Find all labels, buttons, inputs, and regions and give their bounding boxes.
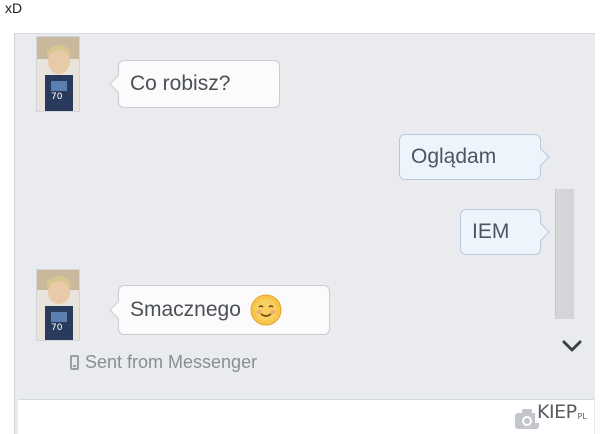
svg-text:70: 70 <box>51 92 63 102</box>
sent-from-label: Sent from Messenger <box>85 352 258 372</box>
message-bubble-incoming[interactable]: Smacznego <box>118 285 330 335</box>
contact-avatar[interactable]: 70 <box>36 269 80 341</box>
watermark-domain: PL <box>577 412 587 421</box>
post-caption: xD <box>5 0 23 16</box>
avatar-photo: 70 <box>37 37 79 111</box>
message-text: IEM <box>472 220 510 243</box>
contact-avatar[interactable]: 70 <box>36 36 80 112</box>
chat-window: 70 Co robisz? Oglądam IEM 70 Smacznego S… <box>14 33 595 434</box>
phone-icon <box>70 355 79 370</box>
sent-from-status: Sent from Messenger <box>70 352 257 373</box>
watermark-logo: KIEP <box>537 401 577 423</box>
site-watermark: KIEP PL <box>535 401 589 423</box>
message-text: Co robisz? <box>130 72 231 95</box>
chevron-down-icon[interactable] <box>561 335 583 357</box>
avatar-photo: 70 <box>37 270 79 340</box>
svg-text:70: 70 <box>51 323 63 333</box>
message-bubble-outgoing[interactable]: Oglądam <box>399 134 541 180</box>
message-composer[interactable] <box>18 399 594 434</box>
message-bubble-outgoing[interactable]: IEM <box>460 209 541 255</box>
message-text: Smacznego <box>130 298 241 321</box>
scrollbar-thumb[interactable] <box>555 189 574 319</box>
smiling-face-icon <box>249 293 283 327</box>
message-bubble-incoming[interactable]: Co robisz? <box>118 60 280 108</box>
message-text: Oglądam <box>411 145 497 168</box>
